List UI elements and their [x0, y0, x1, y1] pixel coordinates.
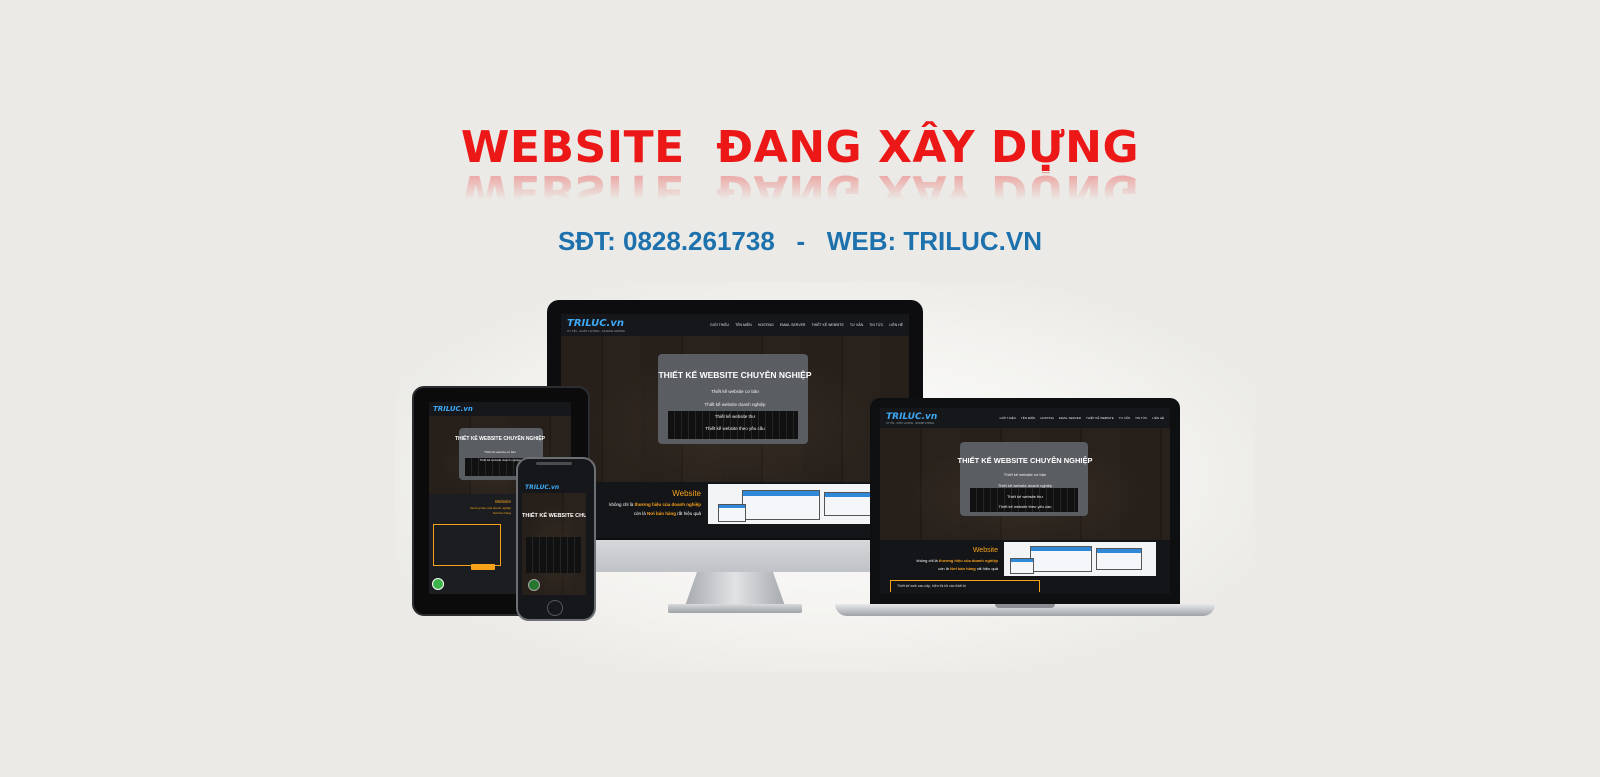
tablet-cta-button — [471, 564, 495, 570]
promo-highlight: thương hiệu của doanh nghiệp — [938, 558, 998, 564]
site-logo: TRILUC.vn — [567, 317, 624, 329]
hero-line: Thiết kế website cơ bản — [1003, 472, 1047, 477]
site-logo-tagline: UY TÍN - CHẤT LƯỢNG - NHANH CHÓNG — [886, 421, 935, 425]
promo-highlight: Nơi bán hàng — [492, 511, 511, 516]
promo-text: rất hiệu quả — [677, 510, 701, 516]
nav-item: TƯ VẤN — [1118, 416, 1131, 420]
site-logo: TRILUC.vn — [433, 405, 473, 413]
hero-line: Thiết kế website cơ bản — [711, 389, 759, 394]
nav-item: LIÊN HỆ — [1152, 416, 1164, 420]
site-logo: TRILUC.vn — [525, 483, 560, 491]
hero-line: Thiết kế website thư — [1006, 494, 1044, 499]
promo-text: rất hiệu quả — [976, 565, 998, 571]
promo-title: Website — [494, 499, 511, 504]
promo-highlight: thương hiệu của doanh nghiệp — [634, 502, 701, 508]
site-logo-tagline: UY TÍN - CHẤT LƯỢNG - NHANH CHÓNG — [567, 328, 625, 333]
site-promo: Website không chỉ là thương hiệu của doa… — [561, 482, 909, 538]
site-navbar: TRILUC.vn — [429, 402, 571, 416]
hero-title: THIẾT KẾ WEBSITE CHUYÊN NGHIỆP — [658, 370, 812, 380]
nav-item: TÊN MIỀN — [1020, 416, 1036, 420]
nav-item: HOSTING — [1040, 416, 1054, 420]
hero-line: Thiết kế website theo yêu cầu — [705, 426, 765, 431]
chat-icon — [528, 579, 540, 591]
hero-line: Thiết kế website thư — [714, 414, 756, 419]
nav-item: THIẾT KẾ WEBSITE — [811, 323, 844, 327]
nav-item: EMAIL SERVER — [779, 323, 806, 327]
site-navbar: TRILUC.vn UY TÍN - CHẤT LƯỢNG - NHANH CH… — [561, 314, 909, 336]
nav-item: TIN TỨC — [1135, 416, 1148, 420]
promo-highlight: Nơi bán hàng — [950, 565, 976, 571]
hero-line: Thiết kế website doanh nghiệp — [479, 458, 521, 462]
nav-item: GIỚI THIỆU — [999, 416, 1016, 420]
nav-item: TƯ VẤN — [849, 323, 864, 327]
hero-title: THIẾT KẾ WEBSITE CHUYÊN NGHIỆP — [957, 456, 1093, 465]
promo-text: còn là — [938, 565, 949, 571]
promo-text: còn là — [633, 510, 646, 516]
headline-reflection: WEBSITE ĐANG XÂY DỰNG — [460, 172, 1140, 212]
site-navbar: TRILUC.vn UY TÍN - CHẤT LƯỢNG - NHANH CH… — [880, 408, 1170, 428]
hero-line: Thiết kế website cơ bản — [484, 450, 516, 454]
nav-item: LIÊN HỆ — [889, 323, 903, 327]
tablet-feature-box — [433, 524, 501, 566]
promo-title: Website — [972, 547, 998, 554]
promo-devices-image — [1004, 542, 1156, 576]
site-nav-menu: GIỚI THIỆU TÊN MIỀN HOSTING EMAIL SERVER… — [710, 323, 903, 327]
site-hero: THIẾT KẾ WEBSITE CHUYÊN NGHIỆP — [522, 493, 586, 595]
site-hero: THIẾT KẾ WEBSITE CHUYÊN NGHIỆP Thiết kế … — [561, 336, 909, 482]
site-nav-menu: GIỚI THIỆU TÊN MIỀN HOSTING EMAIL SERVER… — [1000, 416, 1164, 420]
monitor-screen: TRILUC.vn UY TÍN - CHẤT LƯỢNG - NHANH CH… — [561, 314, 909, 538]
site-navbar: TRILUC.vn — [522, 481, 586, 493]
promo-text: không chỉ là — [609, 502, 634, 508]
laptop-screen: TRILUC.vn UY TÍN - CHẤT LƯỢNG - NHANH CH… — [880, 408, 1170, 594]
nav-item: TÊN MIỀN — [735, 323, 752, 327]
nav-item: EMAIL SERVER — [1058, 416, 1081, 420]
chat-icon — [432, 578, 444, 590]
hero-title: THIẾT KẾ WEBSITE CHUYÊN NGHIỆP — [522, 513, 586, 519]
nav-item: HOSTING — [757, 323, 774, 327]
hero-line: Thiết kế website doanh nghiệp — [704, 402, 766, 407]
page-headline: WEBSITE ĐANG XÂY DỰNG — [460, 122, 1140, 173]
promo-text: không chỉ là — [916, 558, 938, 564]
nav-item: TIN TỨC — [869, 323, 884, 327]
nav-item: THIẾT KẾ WEBSITE — [1085, 416, 1114, 420]
site-promo: Website không chỉ là thương hiệu của doa… — [880, 540, 1170, 594]
hero-line: Thiết kế website theo yêu cầu — [998, 504, 1052, 509]
hero-title: THIẾT KẾ WEBSITE CHUYÊN NGHIỆP — [454, 436, 545, 442]
promo-highlight: Nơi bán hàng — [647, 510, 676, 516]
site-hero: THIẾT KẾ WEBSITE CHUYÊN NGHIỆP Thiết kế … — [880, 428, 1170, 540]
nav-item: GIỚI THIỆU — [710, 323, 730, 327]
laptop-list-item: Thiết kế web cao cấp, hiện thị tốt các t… — [890, 580, 1040, 592]
contact-info: SĐT: 0828.261738 - WEB: TRILUC.VN — [557, 226, 1043, 256]
hero-line: Thiết kế website doanh nghiệp — [997, 483, 1053, 488]
phone-screen: TRILUC.vn THIẾT KẾ WEBSITE CHUYÊN NGHIỆP — [522, 481, 586, 595]
